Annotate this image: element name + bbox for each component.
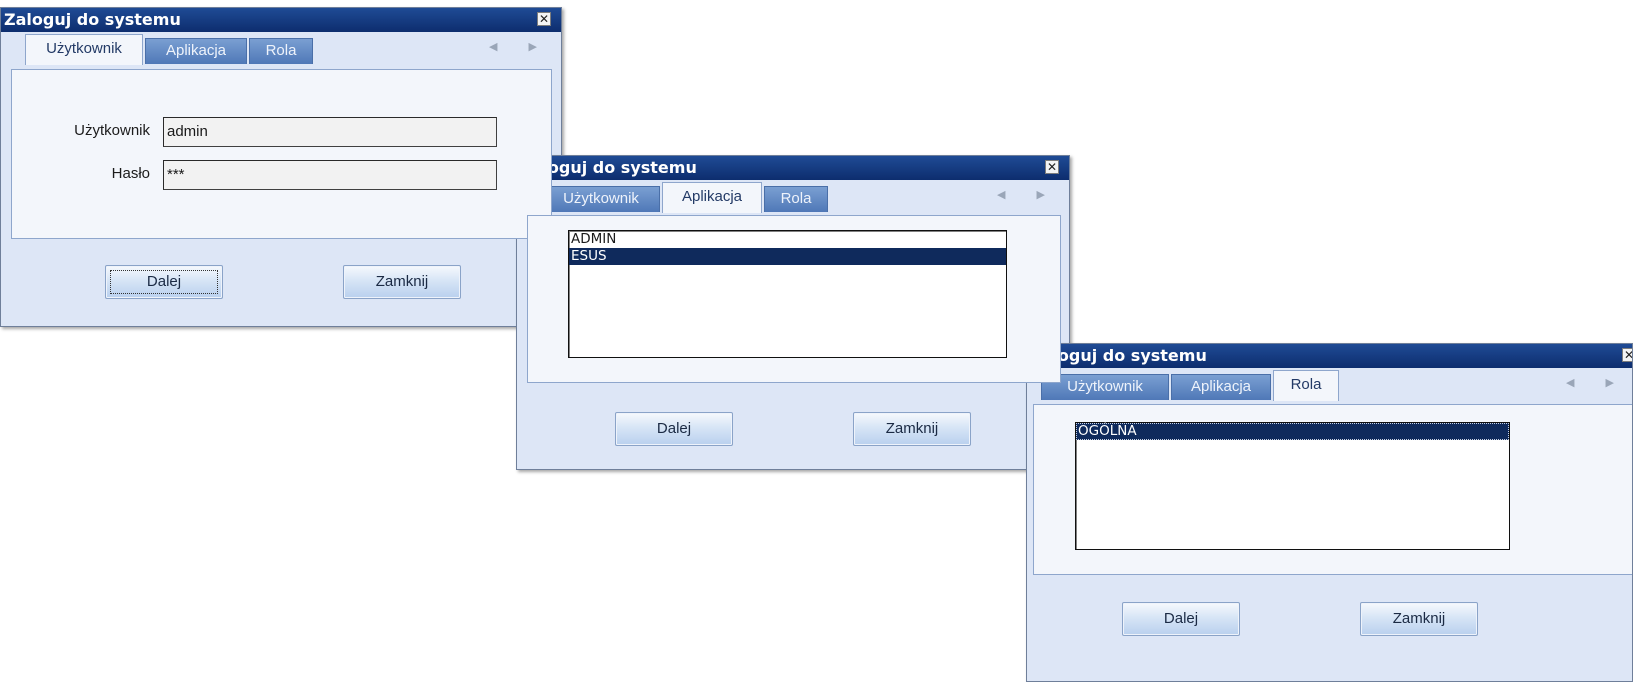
tab-application[interactable]: Aplikacja xyxy=(1171,374,1271,400)
tab-strip: Użytkownik Aplikacja Rola ◀ ▶ xyxy=(527,178,1059,213)
password-label: Hasło xyxy=(111,165,150,182)
next-button[interactable]: Dalej xyxy=(615,412,733,446)
role-listbox[interactable]: OGÓLNA xyxy=(1075,422,1510,550)
tab-user[interactable]: Użytkownik xyxy=(25,34,143,65)
tab-scroll-arrows-icon[interactable]: ◀ ▶ xyxy=(997,188,1059,201)
tab-scroll-arrows-icon[interactable]: ◀ ▶ xyxy=(1566,376,1628,389)
login-dialog-application: Zaloguj do systemu ✕ Użytkownik Aplikacj… xyxy=(516,155,1070,470)
close-button[interactable]: Zamknij xyxy=(1360,602,1478,636)
dialog-title: Zaloguj do systemu xyxy=(4,10,181,29)
next-button[interactable]: Dalej xyxy=(105,265,223,299)
close-button[interactable]: Zamknij xyxy=(343,265,461,299)
tab-strip: Użytkownik Aplikacja Rola ◀ ▶ xyxy=(11,30,551,65)
tab-panel-user: Użytkownik admin Hasło *** xyxy=(11,69,552,239)
close-icon[interactable]: ✕ xyxy=(537,12,551,26)
title-bar[interactable]: Zaloguj do systemu ✕ xyxy=(1,8,561,32)
login-dialog-user: Zaloguj do systemu ✕ Użytkownik Aplikacj… xyxy=(0,7,562,327)
list-item-selected[interactable]: ESUS xyxy=(569,248,1006,265)
tab-role[interactable]: Rola xyxy=(764,186,828,212)
list-item[interactable]: ADMIN xyxy=(569,231,1006,248)
login-dialog-role: Zaloguj do systemu ✕ Użytkownik Aplikacj… xyxy=(1026,343,1633,682)
tab-role[interactable]: Rola xyxy=(249,38,313,64)
tab-role[interactable]: Rola xyxy=(1273,370,1339,401)
tab-scroll-arrows-icon[interactable]: ◀ ▶ xyxy=(489,40,551,53)
tab-application[interactable]: Aplikacja xyxy=(662,182,762,213)
tab-panel-application: ADMIN ESUS xyxy=(527,215,1061,383)
close-button[interactable]: Zamknij xyxy=(853,412,971,446)
tab-strip: Użytkownik Aplikacja Rola ◀ ▶ xyxy=(1037,366,1622,401)
tab-panel-role: OGÓLNA xyxy=(1033,404,1632,575)
application-listbox[interactable]: ADMIN ESUS xyxy=(568,230,1007,358)
list-item-selected[interactable]: OGÓLNA xyxy=(1076,423,1509,440)
tab-application[interactable]: Aplikacja xyxy=(145,38,247,64)
close-icon[interactable]: ✕ xyxy=(1045,160,1059,174)
title-bar[interactable]: Zaloguj do systemu ✕ xyxy=(1027,344,1632,368)
next-button[interactable]: Dalej xyxy=(1122,602,1240,636)
password-input[interactable]: *** xyxy=(163,160,497,190)
user-label: Użytkownik xyxy=(74,122,150,139)
close-icon[interactable]: ✕ xyxy=(1622,348,1632,362)
tab-user[interactable]: Użytkownik xyxy=(542,186,660,212)
title-bar[interactable]: Zaloguj do systemu ✕ xyxy=(517,156,1069,180)
user-input[interactable]: admin xyxy=(163,117,497,147)
